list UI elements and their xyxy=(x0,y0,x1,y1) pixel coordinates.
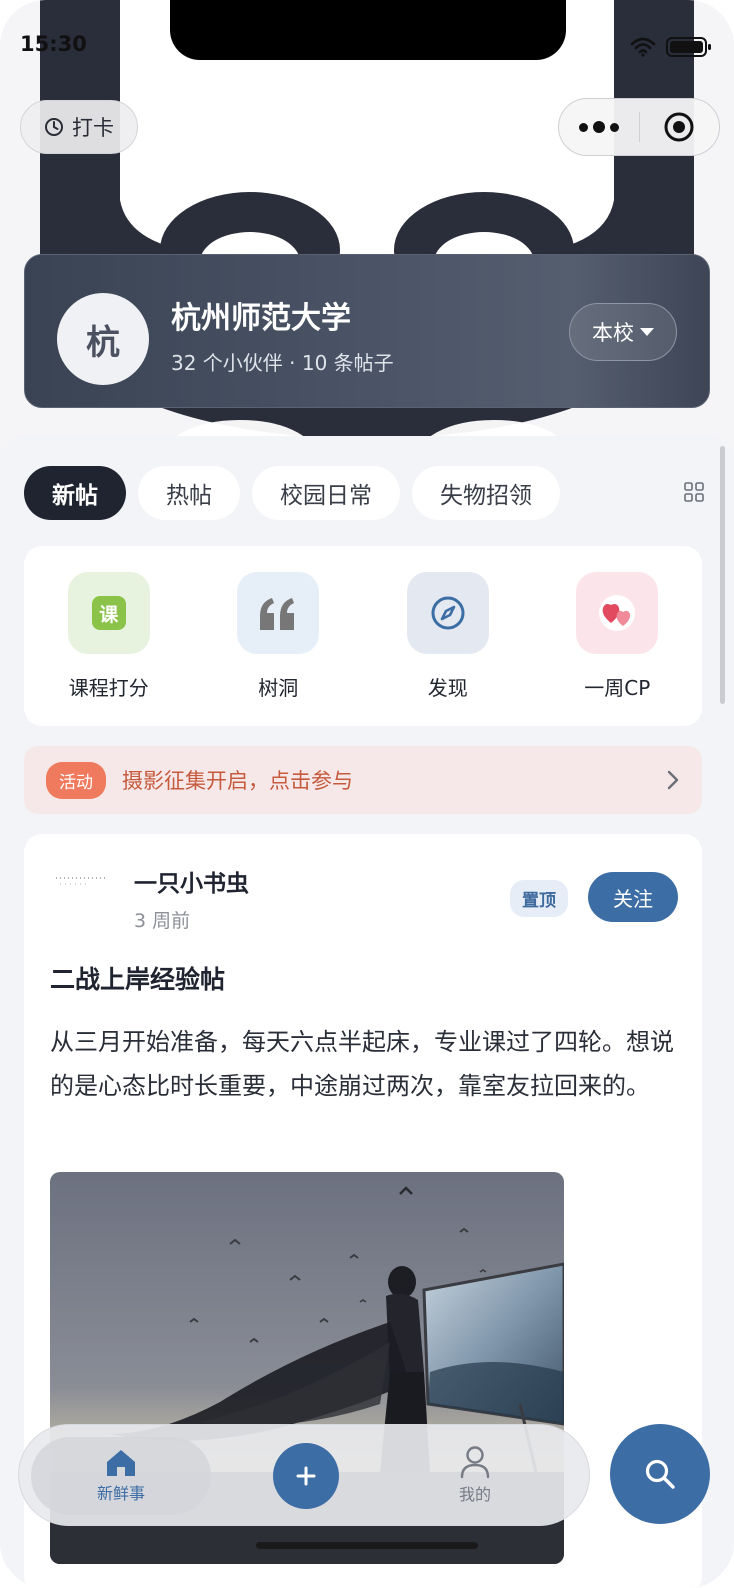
nav-me-label: 我的 xyxy=(459,1485,492,1504)
shortcut-label: 一周CP xyxy=(584,676,651,700)
post-time: 3 周前 xyxy=(134,910,191,932)
pinned-badge: 置顶 xyxy=(510,880,568,917)
bottom-nav: 新鲜事 我的 xyxy=(18,1424,590,1526)
shortcut-tree-hole[interactable]: 树洞 xyxy=(194,546,364,726)
battery-icon xyxy=(666,37,711,57)
compass-icon xyxy=(406,572,489,654)
category-tabs: 新帖 热帖 校园日常 失物招领 xyxy=(24,466,560,520)
scope-dropdown[interactable]: 本校 xyxy=(569,303,677,361)
shortcut-grid: 课 课程打分 树洞 发现 一周CP xyxy=(24,546,702,726)
home-icon xyxy=(107,1450,135,1476)
phone-screen: 15:30 打卡 杭 杭州师范大学 32 个小伙伴 · 10 条帖子 本校 新帖… xyxy=(0,0,734,1588)
create-post-button[interactable] xyxy=(273,1443,339,1509)
search-icon xyxy=(645,1459,675,1489)
checkin-label: 打卡 xyxy=(72,116,114,140)
scrollbar[interactable] xyxy=(720,446,725,704)
tab-hot[interactable]: 热帖 xyxy=(138,466,240,520)
hearts-icon xyxy=(576,572,659,654)
tab-label: 失物招领 xyxy=(440,483,532,509)
checkin-button[interactable]: 打卡 xyxy=(20,100,138,154)
status-time: 15:30 xyxy=(20,32,87,56)
nav-me-button[interactable]: 我的 xyxy=(459,1445,491,1505)
course-icon-glyph: 课 xyxy=(91,596,126,630)
avatar-image xyxy=(50,864,114,928)
tab-lost-found[interactable]: 失物招领 xyxy=(412,466,560,520)
activity-text: 摄影征集开启，点击参与 xyxy=(122,769,353,793)
author-avatar[interactable] xyxy=(50,864,114,928)
tab-label: 热帖 xyxy=(166,483,212,509)
shortcut-label: 发现 xyxy=(427,676,468,700)
content-sheet: 新帖 热帖 校园日常 失物招领 课 课程打分 树洞 发现 一周CP 活动 摄影征… xyxy=(0,436,734,1588)
activity-banner[interactable]: 活动 摄影征集开启，点击参与 xyxy=(24,746,702,814)
dot-icon xyxy=(578,122,588,132)
shortcut-course-rating[interactable]: 课 课程打分 xyxy=(24,546,194,726)
school-stats: 32 个小伙伴 · 10 条帖子 xyxy=(171,351,394,375)
target-icon xyxy=(664,112,694,142)
wifi-icon xyxy=(630,37,656,57)
dot-icon xyxy=(609,122,619,132)
tab-label: 校园日常 xyxy=(280,483,372,509)
shortcut-label: 课程打分 xyxy=(68,676,149,700)
quote-glyph xyxy=(260,598,295,630)
device-notch xyxy=(170,0,566,60)
quote-icon xyxy=(237,572,320,654)
tab-campus-daily[interactable]: 校园日常 xyxy=(252,466,400,520)
more-options-button[interactable] xyxy=(559,121,639,133)
scope-label: 本校 xyxy=(592,321,634,345)
post-title: 二战上岸经验帖 xyxy=(50,965,226,994)
search-button[interactable] xyxy=(610,1424,710,1524)
activity-badge: 活动 xyxy=(46,761,106,799)
school-card[interactable]: 杭 杭州师范大学 32 个小伙伴 · 10 条帖子 本校 xyxy=(24,254,710,408)
school-avatar: 杭 xyxy=(57,293,149,385)
author-name[interactable]: 一只小书虫 xyxy=(134,864,249,898)
clock-icon xyxy=(45,118,63,136)
tab-new[interactable]: 新帖 xyxy=(24,466,126,520)
nav-home-button[interactable]: 新鲜事 xyxy=(31,1437,211,1515)
hearts-glyph xyxy=(599,595,636,631)
nav-home-label: 新鲜事 xyxy=(96,1484,145,1503)
miniprogram-capsule xyxy=(558,98,720,156)
caret-down-icon xyxy=(640,328,654,336)
shortcut-weekly-cp[interactable]: 一周CP xyxy=(533,546,703,726)
status-icons xyxy=(630,36,712,58)
compass-glyph xyxy=(431,596,465,630)
shortcut-label: 树洞 xyxy=(258,676,299,700)
user-icon xyxy=(460,1446,490,1479)
course-rating-icon: 课 xyxy=(67,572,150,654)
shortcut-discover[interactable]: 发现 xyxy=(363,546,533,726)
follow-button[interactable]: 关注 xyxy=(588,872,678,922)
plus-icon xyxy=(296,1466,316,1486)
home-indicator xyxy=(256,1542,478,1549)
post-body: 从三月开始准备，每天六点半起床，专业课过了四轮。想说的是心态比时长重要，中途崩过… xyxy=(50,1028,674,1100)
chevron-right-icon xyxy=(667,770,679,790)
dot-icon xyxy=(592,121,605,133)
school-name: 杭州师范大学 xyxy=(171,301,351,336)
close-miniprogram-button[interactable] xyxy=(640,111,720,143)
tab-label: 新帖 xyxy=(52,483,98,509)
grid-icon[interactable] xyxy=(684,482,704,502)
